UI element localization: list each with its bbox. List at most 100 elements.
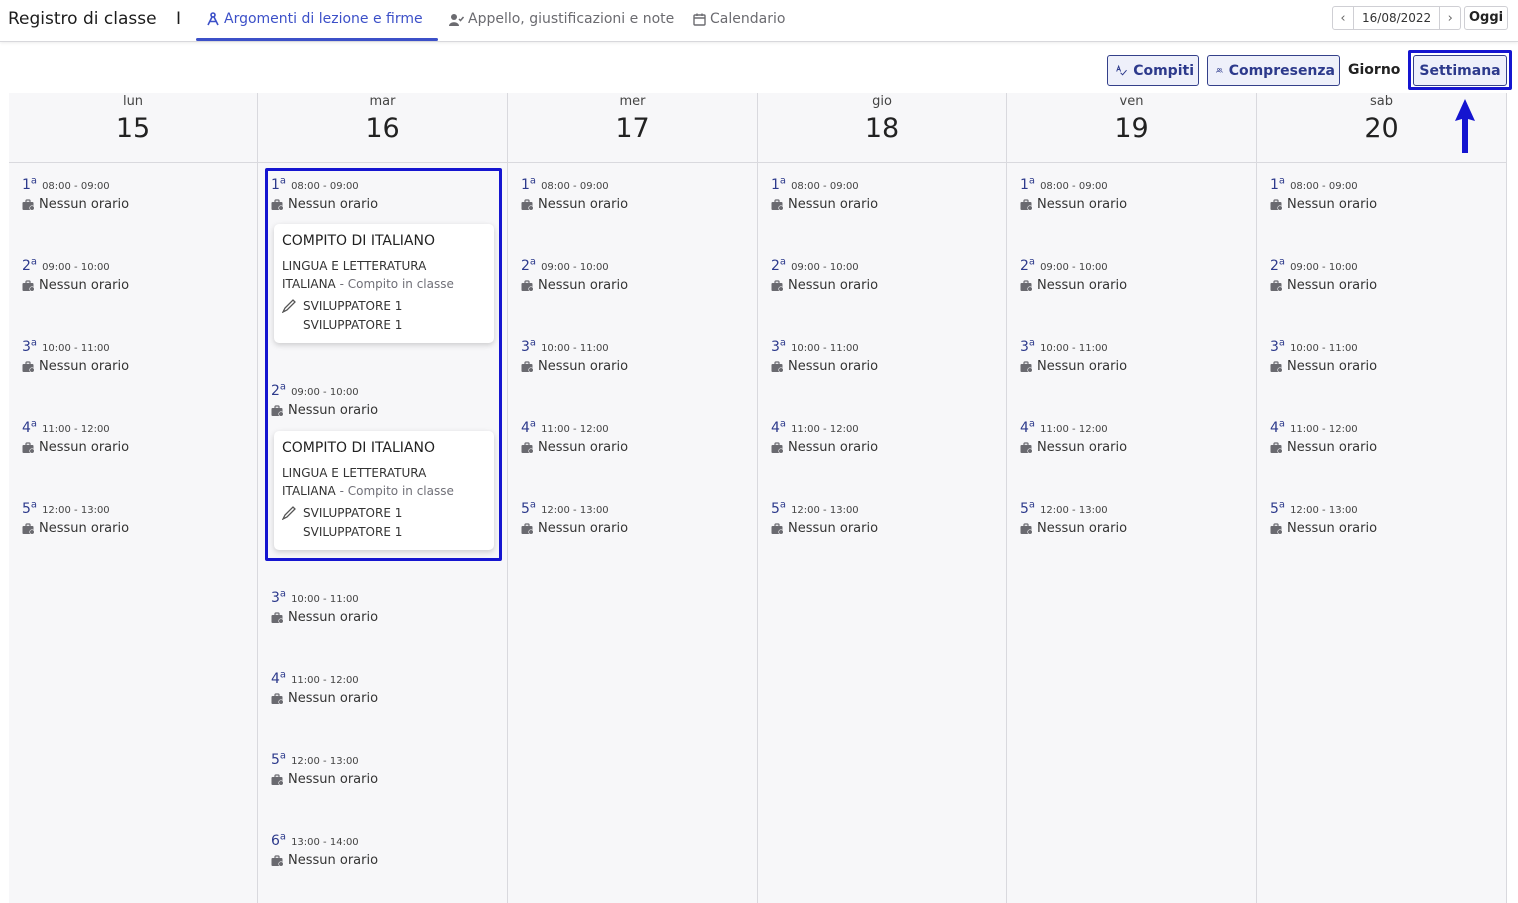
slot-time: 12:00 - 13:00 [1290,505,1358,516]
lesson-slot[interactable]: 1a 08:00 - 09:00 Nessun orario [1270,174,1490,212]
tab-appello[interactable]: Appello, giustificazioni e note [449,11,674,27]
briefcase-icon [521,360,534,373]
lesson-slot[interactable]: 1a 08:00 - 09:00 Nessun orario [1020,174,1240,212]
lesson-slot[interactable]: 2a 09:00 - 10:00 Nessun orario [1270,255,1490,293]
day-header[interactable]: lun 15 [9,93,257,163]
lesson-slot[interactable]: 3a 10:00 - 11:00 Nessun orario [1270,336,1490,374]
lesson-slot[interactable]: 5a 12:00 - 13:00 Nessun orario [271,749,491,787]
date-field[interactable]: 16/08/2022 [1353,7,1441,29]
lesson-slot[interactable]: 5a 12:00 - 13:00 Nessun orario [771,498,991,536]
compiti-label: Compiti [1133,62,1194,79]
slot-ordinal: 3a [521,337,537,355]
lesson-slot[interactable]: 5a 12:00 - 13:00 Nessun orario [1270,498,1490,536]
slot-time: 10:00 - 11:00 [1040,343,1108,354]
slot-status: Nessun orario [1270,521,1490,536]
calendar-icon [693,13,706,26]
slot-ordinal: 1a [771,175,787,193]
briefcase-icon [271,854,284,867]
slot-status: Nessun orario [771,359,991,374]
chevron-left-icon[interactable]: ‹ [1333,7,1353,29]
compresenza-button[interactable]: Compresenza [1207,55,1340,86]
lesson-slot[interactable]: 4a 11:00 - 12:00 Nessun orario [521,417,741,455]
slot-time: 09:00 - 10:00 [791,262,859,273]
slot-time: 12:00 - 13:00 [791,505,859,516]
day-of-week: mar [369,94,396,109]
lesson-slot[interactable]: 6a 13:00 - 14:00 Nessun orario [271,830,491,868]
lesson-slot[interactable]: 5a 12:00 - 13:00 Nessun orario [1020,498,1240,536]
lesson-slot[interactable]: 5a 12:00 - 13:00 Nessun orario [521,498,741,536]
day-number: 16 [365,113,400,144]
compiti-button[interactable]: Compiti [1107,55,1199,86]
lesson-slot[interactable]: 5a 12:00 - 13:00 Nessun orario [22,498,242,536]
lesson-slot[interactable]: 2a 09:00 - 10:00 Nessun orario [22,255,242,293]
day-header[interactable]: mar 16 [258,93,507,163]
tab-calendario-label: Calendario [710,11,786,27]
briefcase-icon [1270,198,1283,211]
slot-status: Nessun orario [1020,359,1240,374]
briefcase-icon [1020,441,1033,454]
day-column-gio: gio 18 1a 08:00 - 09:00 Nessun orario 2a 09:00… [758,93,1007,903]
day-of-week: mer [619,94,646,109]
slot-ordinal: 4a [1270,418,1286,436]
lesson-slot[interactable]: 1a 08:00 - 09:00 Nessun orario [771,174,991,212]
briefcase-icon [22,279,35,292]
briefcase-icon [271,611,284,624]
chevron-right-icon[interactable]: › [1440,7,1460,29]
giorno-button[interactable]: Giorno [1348,55,1400,86]
day-header[interactable]: ven 19 [1007,93,1256,163]
slot-time: 12:00 - 13:00 [42,505,110,516]
lesson-slot[interactable]: 1a 08:00 - 09:00 Nessun orario [521,174,741,212]
day-number: 15 [115,113,151,144]
briefcase-icon [521,279,534,292]
lesson-slot[interactable]: 2a 09:00 - 10:00 Nessun orario [771,255,991,293]
slot-time: 10:00 - 11:00 [291,594,359,605]
slot-time: 12:00 - 13:00 [1040,505,1108,516]
lesson-slot[interactable]: 3a 10:00 - 11:00 Nessun orario [22,336,242,374]
slot-time: 11:00 - 12:00 [791,424,859,435]
briefcase-icon [771,441,784,454]
lesson-slot[interactable]: 2a 09:00 - 10:00 Nessun orario [521,255,741,293]
slot-time: 10:00 - 11:00 [541,343,609,354]
slot-time: 10:00 - 11:00 [791,343,859,354]
day-number: 17 [615,113,650,144]
briefcase-icon [22,522,35,535]
slot-time: 09:00 - 10:00 [541,262,609,273]
slot-time: 13:00 - 14:00 [291,837,359,848]
day-number: 18 [864,113,900,144]
slot-status: Nessun orario [1270,440,1490,455]
lesson-slot[interactable]: 4a 11:00 - 12:00 Nessun orario [1270,417,1490,455]
slot-status: Nessun orario [271,610,491,625]
slot-status: Nessun orario [22,197,242,212]
tab-argomenti-label: Argomenti di lezione e firme [224,11,423,27]
lesson-slot[interactable]: 4a 11:00 - 12:00 Nessun orario [271,668,491,706]
lesson-slot[interactable]: 1a 08:00 - 09:00 Nessun orario [22,174,242,212]
compresenza-label: Compresenza [1228,62,1335,79]
lesson-slot[interactable]: 3a 10:00 - 11:00 Nessun orario [271,587,491,625]
slot-time: 11:00 - 12:00 [1290,424,1358,435]
date-picker[interactable]: ‹ 16/08/2022 › [1332,6,1462,30]
day-header[interactable]: gio 18 [758,93,1006,163]
tab-calendario[interactable]: Calendario [693,11,785,27]
lesson-slot[interactable]: 4a 11:00 - 12:00 Nessun orario [771,417,991,455]
lesson-slot[interactable]: 3a 10:00 - 11:00 Nessun orario [1020,336,1240,374]
slot-status: Nessun orario [271,691,491,706]
title-separator: I [176,9,182,29]
lesson-slot[interactable]: 4a 11:00 - 12:00 Nessun orario [22,417,242,455]
spellcheck-icon [1116,64,1127,76]
slot-ordinal: 5a [1270,499,1286,517]
tab-argomenti[interactable]: Argomenti di lezione e firme [206,11,423,27]
lesson-slot[interactable]: 3a 10:00 - 11:00 Nessun orario [771,336,991,374]
today-button[interactable]: Oggi [1464,6,1509,30]
briefcase-icon [771,279,784,292]
lesson-slot[interactable]: 2a 09:00 - 10:00 Nessun orario [1020,255,1240,293]
briefcase-icon [271,692,284,705]
compass-icon [207,12,219,26]
lesson-slot[interactable]: 4a 11:00 - 12:00 Nessun orario [1020,417,1240,455]
lesson-slot[interactable]: 3a 10:00 - 11:00 Nessun orario [521,336,741,374]
day-of-week: lun [122,94,144,109]
day-header[interactable]: mer 17 [508,93,757,163]
user-check-icon [449,13,464,26]
slot-status: Nessun orario [771,521,991,536]
slot-time: 10:00 - 11:00 [1290,343,1358,354]
top-bar: Registro di classe I Argomenti di lezion… [0,0,1518,42]
